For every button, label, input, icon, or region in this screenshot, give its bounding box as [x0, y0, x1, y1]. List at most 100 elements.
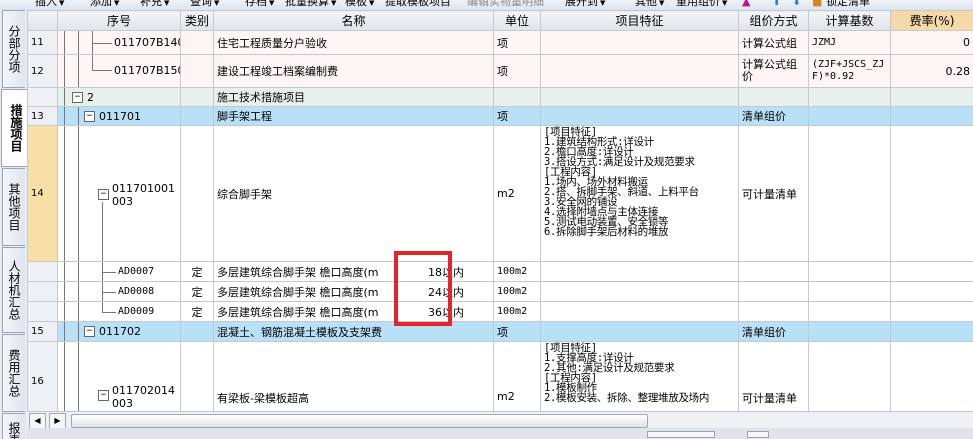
row-method[interactable] [738, 87, 809, 107]
row-unit[interactable]: 100m2 [493, 261, 541, 282]
row-unit[interactable]: 项 [493, 30, 541, 55]
extract-template-button[interactable]: 提取模板项目 [385, 0, 451, 10]
col-header-unit[interactable]: 单位 [493, 10, 541, 31]
row-index[interactable]: 13 [27, 106, 58, 126]
row-index[interactable] [27, 301, 58, 322]
row-code[interactable]: −2 [57, 87, 181, 107]
row-unit[interactable]: 100m2 [493, 301, 541, 322]
row-method[interactable]: 可计量清单 [738, 341, 809, 411]
row-rate[interactable] [890, 106, 973, 126]
collapse-icon[interactable]: − [98, 188, 109, 200]
row-type[interactable]: 定 [180, 301, 214, 322]
supplement-button[interactable]: 补充 ▼ [140, 0, 169, 10]
row-feature[interactable] [540, 30, 739, 55]
col-header-name[interactable]: 名称 [213, 10, 494, 31]
row-base[interactable] [808, 106, 891, 126]
table-row[interactable]: 11 011707B14001 住宅工程质量分户验收 项 计算公式组 JZMJ … [27, 30, 973, 55]
splitter-grip[interactable] [647, 431, 715, 438]
row-method[interactable] [738, 281, 809, 302]
table-row[interactable]: −2 施工技术措施项目 [27, 87, 973, 107]
query-button[interactable]: 查询 ▼ [190, 0, 219, 10]
col-header-type[interactable]: 类别 [180, 10, 214, 31]
row-unit[interactable]: m2 [493, 125, 541, 262]
scroll-left-icon[interactable]: ◀ [29, 413, 46, 429]
row-name[interactable]: 施工技术措施项目 [213, 87, 494, 107]
row-code[interactable]: − 011702014003 [57, 341, 181, 411]
row-type[interactable] [180, 321, 214, 342]
row-index[interactable] [27, 87, 58, 107]
table-row[interactable]: 16 − 011702014003 有梁板-梁模板超高 m2 [项目特征] 1.… [27, 341, 973, 411]
row-rate[interactable] [890, 341, 973, 411]
row-feature[interactable] [540, 54, 739, 88]
row-unit[interactable]: 100m2 [493, 281, 541, 302]
row-method[interactable]: 清单组价 [738, 106, 809, 126]
table-row[interactable]: 14 − 011701001003 综合脚手架 m2 [项目特征] 1.建筑结构… [27, 125, 973, 262]
row-feature[interactable]: [项目特征] 1.支撑高度:详设计 2.其他:满足设计及规范要求 [工程内容] … [540, 341, 739, 411]
move-up-icon[interactable]: ⬆ [772, 0, 781, 10]
row-index[interactable]: 14 [27, 125, 58, 262]
row-base[interactable] [808, 87, 891, 107]
row-name[interactable]: 住宅工程质量分户验收 [213, 30, 494, 55]
row-method[interactable]: 清单组价 [738, 321, 809, 342]
table-row[interactable]: 13 −011701 脚手架工程 项 清单组价 [27, 106, 973, 126]
row-base[interactable]: JZMJ [808, 30, 891, 55]
row-rate[interactable] [890, 321, 973, 342]
row-unit[interactable]: 项 [493, 321, 541, 342]
row-type[interactable] [180, 125, 214, 262]
row-name[interactable]: 建设工程竣工档案编制费 [213, 54, 494, 88]
other-button[interactable]: 其他 ▼ [635, 0, 664, 10]
col-header-rate[interactable]: 费率(%) [890, 10, 973, 31]
row-feature[interactable]: [项目特征] 1.建筑结构形式:详设计 2.檐口高度:详设计 3.搭设方式:满足… [540, 125, 739, 262]
batch-convert-button[interactable]: 批量换算 ▼ [285, 0, 336, 10]
row-base[interactable]: (ZJF+JSCS_ZJF)*0.92 [808, 54, 891, 88]
row-code[interactable]: AD0009 [57, 301, 181, 322]
scroll-right-icon[interactable]: ▶ [49, 413, 66, 429]
row-feature[interactable] [540, 261, 739, 282]
table-row[interactable]: 12 011707B15001 建设工程竣工档案编制费 项 计算公式组价 (ZJ… [27, 54, 973, 88]
row-type[interactable] [180, 341, 214, 411]
row-name[interactable]: 综合脚手架 [213, 125, 494, 262]
row-code[interactable]: AD0007 [57, 261, 181, 282]
col-header-base[interactable]: 计算基数 [808, 10, 891, 31]
row-index[interactable]: 12 [27, 54, 58, 88]
row-base[interactable] [808, 301, 891, 322]
row-code[interactable]: AD0008 [57, 281, 181, 302]
reuse-pricing-button[interactable]: 重用组价 ▼ [676, 0, 727, 10]
row-unit[interactable]: 项 [493, 54, 541, 88]
edit-quantity-detail-button[interactable]: 编辑实物量明细 [467, 0, 544, 10]
row-feature[interactable] [540, 321, 739, 342]
row-rate[interactable] [890, 87, 973, 107]
row-rate[interactable] [890, 281, 973, 302]
horizontal-scrollbar[interactable]: ◀ ▶ [27, 411, 973, 429]
col-header-feature[interactable]: 项目特征 [540, 10, 739, 31]
template-button[interactable]: 模板 ▼ [345, 0, 374, 10]
row-type[interactable] [180, 30, 214, 55]
tab-other-items[interactable]: 其他项目 [2, 168, 25, 246]
col-header-index[interactable] [27, 10, 58, 31]
row-index[interactable]: 15 [27, 321, 58, 342]
row-type[interactable] [180, 54, 214, 88]
row-feature[interactable] [540, 87, 739, 107]
row-index[interactable]: 16 [27, 341, 58, 411]
row-index[interactable] [27, 281, 58, 302]
row-type[interactable]: 定 [180, 261, 214, 282]
row-unit[interactable]: 项 [493, 106, 541, 126]
row-method[interactable] [738, 261, 809, 282]
table-row[interactable]: AD0008 定 多层建筑综合脚手架 檐口高度(m 24以内 100m2 [27, 281, 973, 302]
row-code[interactable]: 011707B15001 [57, 54, 181, 88]
tab-reports[interactable]: 报表 [2, 413, 25, 439]
row-type[interactable] [180, 87, 214, 107]
row-base[interactable] [808, 281, 891, 302]
lock-list-button[interactable]: 锁定清单 [826, 0, 870, 10]
collapse-icon[interactable]: − [84, 111, 95, 122]
row-method[interactable]: 计算公式组价 [738, 54, 809, 88]
row-rate[interactable] [890, 261, 973, 282]
splitter-grip-small[interactable] [747, 431, 769, 438]
row-method[interactable]: 计算公式组 [738, 30, 809, 55]
row-feature[interactable] [540, 301, 739, 322]
col-header-method[interactable]: 组价方式 [738, 10, 809, 31]
row-name[interactable]: 脚手架工程 [213, 106, 494, 126]
col-header-code[interactable]: 序号 [57, 10, 181, 31]
row-base[interactable] [808, 125, 891, 262]
tab-measures[interactable]: 措施项目 [1, 89, 27, 167]
